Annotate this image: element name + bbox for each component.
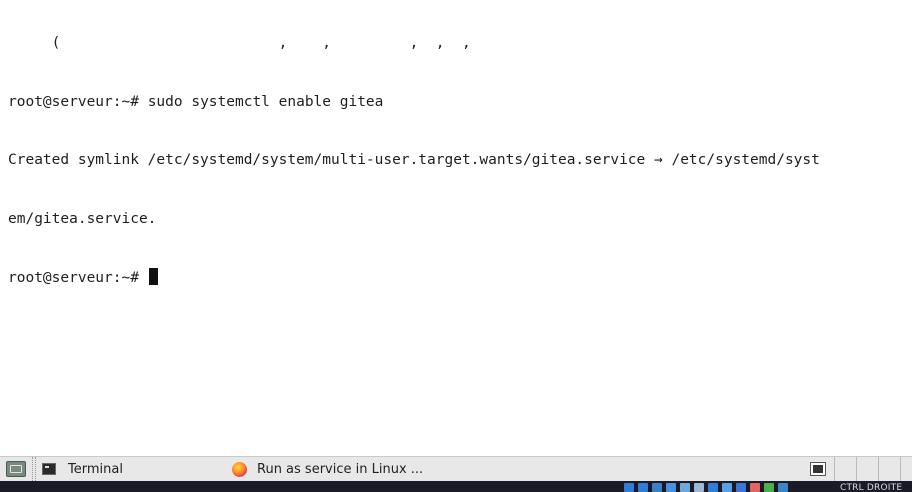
text-cursor	[148, 268, 158, 285]
terminal-output: ( , , , , , root@serveur:~# sudo systemc…	[8, 0, 820, 327]
show-desktop-icon	[6, 461, 26, 477]
prompt: root@serveur:~#	[8, 270, 148, 286]
host-key-label: CTRL DROITE	[840, 483, 903, 492]
vm-status-icon[interactable]	[694, 483, 704, 492]
vm-status-icon[interactable]	[624, 483, 634, 492]
terminal-icon[interactable]	[810, 462, 826, 476]
firefox-icon	[232, 461, 247, 477]
terminal-window[interactable]: ( , , , , , root@serveur:~# sudo systemc…	[0, 0, 912, 456]
clipped-line: ( , , , , ,	[8, 35, 471, 51]
vm-status-icon[interactable]	[638, 483, 648, 492]
vm-status-icon[interactable]	[778, 483, 788, 492]
vm-status-icon[interactable]	[666, 483, 676, 492]
taskbar-tray	[804, 457, 912, 481]
taskbar-item-label: Terminal	[68, 461, 123, 477]
show-desktop-button[interactable]	[2, 457, 30, 481]
vm-status-icon[interactable]	[708, 483, 718, 492]
vm-status-icons	[624, 481, 788, 492]
workspace-cell[interactable]	[900, 457, 912, 481]
output-line: em/gitea.service.	[8, 210, 157, 227]
workspace-cell[interactable]	[878, 457, 900, 481]
workspace-cell[interactable]	[856, 457, 878, 481]
taskbar-separator	[32, 457, 36, 481]
vm-status-icon[interactable]	[764, 483, 774, 492]
workspace-cell[interactable]	[834, 457, 856, 481]
taskbar-item-firefox[interactable]: Run as service in Linux ...	[226, 457, 426, 481]
taskbar: Terminal Run as service in Linux ...	[0, 456, 912, 481]
taskbar-item-terminal[interactable]: Terminal	[38, 457, 218, 481]
command-line: root@serveur:~# sudo systemctl enable gi…	[8, 93, 820, 113]
vm-status-icon[interactable]	[722, 483, 732, 492]
prompt: root@serveur:~#	[8, 93, 148, 110]
vm-status-icon[interactable]	[736, 483, 746, 492]
output-line: Created symlink /etc/systemd/system/mult…	[8, 152, 820, 168]
taskbar-item-label: Run as service in Linux ...	[257, 461, 424, 477]
vm-status-icon[interactable]	[750, 483, 760, 492]
vm-status-icon[interactable]	[652, 483, 662, 492]
vm-status-icon[interactable]	[680, 483, 690, 492]
vm-status-bar: CTRL DROITE	[0, 481, 912, 492]
terminal-icon	[42, 463, 56, 475]
command-text: sudo systemctl enable gitea	[147, 93, 384, 110]
active-prompt-line[interactable]: root@serveur:~#	[8, 268, 820, 288]
